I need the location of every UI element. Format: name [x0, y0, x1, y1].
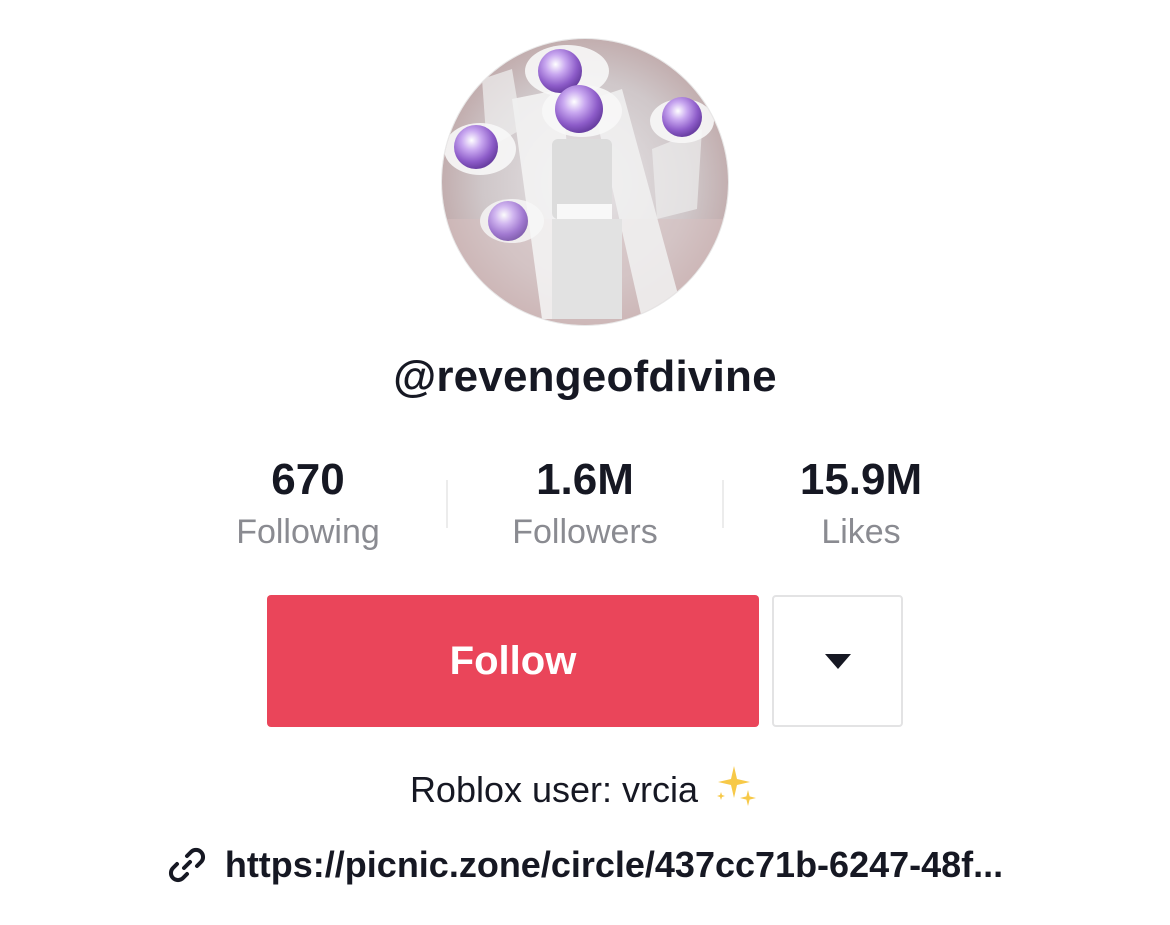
avatar[interactable]	[441, 38, 729, 326]
username: @revengeofdivine	[393, 352, 777, 401]
bio-link[interactable]: https://picnic.zone/circle/437cc71b-6247…	[0, 840, 1170, 890]
sparkles-icon	[712, 762, 760, 823]
caret-down-icon	[824, 653, 851, 669]
following-stat[interactable]: 670 Following	[170, 453, 446, 557]
link-icon	[167, 845, 207, 885]
more-options-button[interactable]	[772, 595, 903, 727]
follow-button[interactable]: Follow	[267, 595, 759, 727]
link-text[interactable]: https://picnic.zone/circle/437cc71b-6247…	[225, 840, 1003, 890]
following-label: Following	[236, 513, 380, 551]
profile-page: @revengeofdivine 670 Following 1.6M Foll…	[0, 0, 1170, 925]
followers-stat[interactable]: 1.6M Followers	[447, 453, 723, 557]
avatar-image	[442, 39, 728, 325]
likes-count: 15.9M	[799, 455, 923, 504]
followers-label: Followers	[512, 513, 658, 551]
likes-label: Likes	[821, 513, 901, 551]
bio-text: Roblox user: vrcia	[409, 769, 699, 810]
following-count: 670	[271, 455, 345, 504]
bio: Roblox user: vrcia	[0, 762, 1170, 823]
likes-stat[interactable]: 15.9M Likes	[723, 453, 999, 557]
followers-count: 1.6M	[536, 455, 634, 504]
